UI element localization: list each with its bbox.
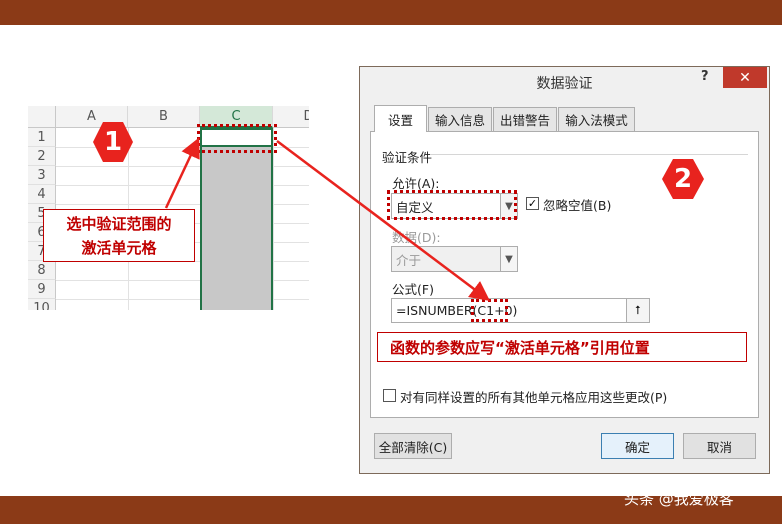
callout-line-2: 激活单元格 <box>81 239 157 257</box>
callout-line-1: 选中验证范围的 <box>66 215 172 233</box>
select-range-callout: 选中验证范围的 激活单元格 <box>43 209 195 262</box>
annotation-arrows <box>164 137 490 302</box>
arrow-to-active-cell <box>164 137 200 209</box>
arrow-to-formula-reference <box>276 140 490 302</box>
formula-note-callout: 函数的参数应写“激活单元格”引用位置 <box>377 332 747 362</box>
